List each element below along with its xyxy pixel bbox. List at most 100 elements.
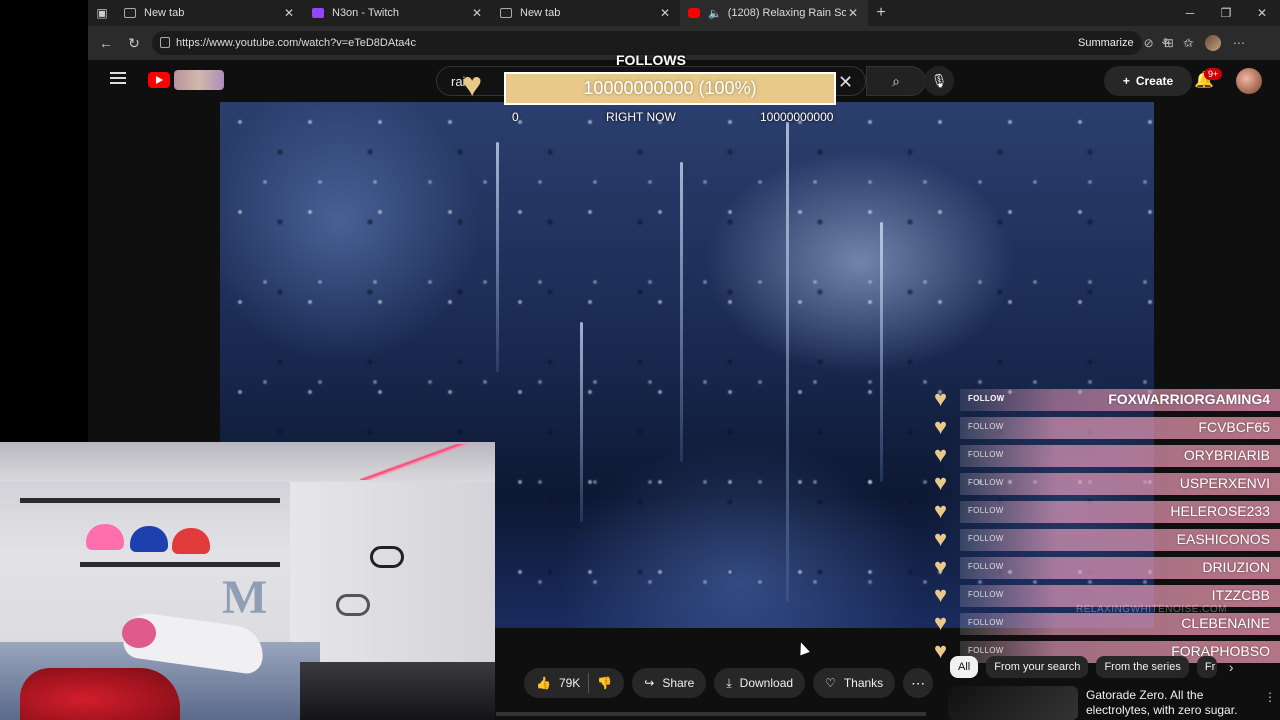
summarize-button[interactable]: Summarize <box>1078 37 1134 49</box>
menu-dots-icon[interactable]: ⋯ <box>1233 36 1245 50</box>
related-chips: All From your search From the series Fr … <box>950 656 1234 678</box>
thanks-button[interactable]: ♡ Thanks <box>813 668 896 698</box>
favorites-icon[interactable]: ✩ <box>1183 36 1193 50</box>
recommendation-title[interactable]: Gatorade Zero. All the electrolytes, wit… <box>1086 688 1266 718</box>
close-icon[interactable]: ✕ <box>472 6 482 20</box>
follow-tag: FOLLOW <box>968 534 1004 543</box>
download-label: Download <box>739 676 794 690</box>
webcam-controller <box>336 594 370 616</box>
goal-min: 0 <box>512 110 519 124</box>
minimize-icon[interactable]: ─ <box>1172 0 1208 26</box>
follow-tag: FOLLOW <box>968 562 1004 571</box>
thanks-icon: ♡ <box>825 676 836 690</box>
new-tab-icon[interactable]: + <box>868 4 894 22</box>
page-scrollbar[interactable] <box>496 712 926 716</box>
heart-icon: ♥ <box>934 610 948 635</box>
follower-name: CLEBENAINE <box>1181 615 1270 631</box>
like-icon[interactable]: 👍 <box>536 676 551 690</box>
chip-from-the-series[interactable]: From the series <box>1096 656 1189 678</box>
download-icon: ⤓ <box>726 675 732 690</box>
search-icon[interactable]: ⌕ <box>866 66 926 96</box>
follower-feed: ♥ FOLLOW FOXWARRIORGAMING4 ♥ FOLLOW FCVBCF65 ♥… <box>934 386 1280 666</box>
rain-streak <box>786 122 789 602</box>
translate-icon[interactable]: ⊘ <box>1144 36 1154 50</box>
extension-icon[interactable]: ⚘ <box>1160 36 1171 50</box>
youtube-icon <box>688 8 700 18</box>
follower-row: ♥ FOLLOW DRIUZION <box>934 554 1280 582</box>
tab-twitch[interactable]: N3on - Twitch ✕ <box>304 0 492 26</box>
tab-new-tab-2[interactable]: New tab ✕ <box>492 0 680 26</box>
profile-icon[interactable] <box>1204 35 1221 51</box>
video-actions: 👍 79K 👎 ↪ Share ⤓ Download ♡ Thanks ⋯ <box>524 668 934 698</box>
rain-streak <box>580 322 583 522</box>
share-button[interactable]: ↪ Share <box>632 668 707 698</box>
chip-more[interactable]: Fr <box>1196 656 1217 678</box>
follower-row: ♥ FOLLOW ORYBRIARIB <box>934 442 1280 470</box>
heart-icon: ♥ <box>934 414 948 439</box>
webcam-shelf <box>80 562 280 567</box>
chevron-right-icon[interactable]: › <box>1229 659 1234 675</box>
webcam-plush <box>172 528 210 554</box>
close-icon[interactable]: ✕ <box>660 6 670 20</box>
download-button[interactable]: ⤓ Download <box>714 668 806 698</box>
tab-title: N3on - Twitch <box>332 7 400 19</box>
follow-tag: FOLLOW <box>968 478 1004 487</box>
dislike-icon[interactable]: 👎 <box>597 676 612 690</box>
thanks-label: Thanks <box>843 676 884 690</box>
mouse-cursor-icon <box>796 640 810 656</box>
maximize-icon[interactable]: ❐ <box>1208 0 1244 26</box>
clear-icon[interactable]: ✕ <box>838 72 853 93</box>
youtube-logo-icon[interactable] <box>148 72 170 88</box>
webcam-shelf <box>20 498 280 503</box>
share-label: Share <box>662 676 695 690</box>
speaker-icon[interactable]: 🔈 <box>708 7 722 20</box>
page-icon <box>500 8 512 18</box>
kebab-menu-icon[interactable]: ⋮ <box>1264 690 1276 704</box>
rain-streak <box>680 162 683 462</box>
close-icon[interactable]: ✕ <box>848 6 858 20</box>
follow-tag: FOLLOW <box>968 590 1004 599</box>
close-window-icon[interactable]: ✕ <box>1244 0 1280 26</box>
follow-tag: FOLLOW <box>968 394 1005 403</box>
follow-tag: FOLLOW <box>968 450 1004 459</box>
webcam-plush <box>86 524 124 550</box>
window-controls: ─ ❐ ✕ <box>1172 0 1280 26</box>
follower-row: ♥ FOLLOW HELEROSE233 <box>934 498 1280 526</box>
webcam-controller <box>370 546 404 568</box>
tab-actions-icon[interactable]: ▣ <box>88 0 116 26</box>
follower-row: ♥ FOLLOW FCVBCF65 <box>934 414 1280 442</box>
tab-title: New tab <box>520 7 561 19</box>
rain-streak <box>496 142 499 372</box>
like-count[interactable]: 79K <box>559 676 580 690</box>
recommendation-thumbnail[interactable] <box>948 686 1078 720</box>
refresh-icon[interactable]: ↻ <box>120 35 148 52</box>
create-button[interactable]: + Create <box>1104 66 1192 96</box>
recommendation-item[interactable]: Gatorade Zero. All the electrolytes, wit… <box>948 686 1280 720</box>
chip-from-your-search[interactable]: From your search <box>986 656 1089 678</box>
goal-value: 10000000000 (100%) <box>583 78 757 98</box>
video-watermark: RELAXINGWHITENOISE.COM <box>1076 604 1228 615</box>
heart-icon: ♥ <box>934 498 948 523</box>
heart-icon: ♥ <box>462 66 483 104</box>
close-icon[interactable]: ✕ <box>284 6 294 20</box>
avatar[interactable] <box>1236 68 1262 94</box>
lock-icon[interactable] <box>160 37 170 48</box>
back-icon[interactable]: ← <box>92 35 120 51</box>
share-icon: ↪ <box>644 676 655 690</box>
tab-title: New tab <box>144 7 185 19</box>
heart-icon: ♥ <box>934 582 948 607</box>
goal-status: RIGHT NOW <box>606 110 676 124</box>
twitch-icon <box>312 8 324 18</box>
youtube-doodle[interactable] <box>174 70 224 90</box>
more-actions-icon[interactable]: ⋯ <box>903 668 934 698</box>
menu-icon[interactable] <box>110 72 126 84</box>
webcam-overlay: M <box>0 442 495 720</box>
notification-badge: 9+ <box>1204 68 1223 80</box>
chip-all[interactable]: All <box>950 656 979 678</box>
microphone-icon[interactable]: 🎙 <box>924 66 954 96</box>
tab-new-tab-1[interactable]: New tab ✕ <box>116 0 304 26</box>
follow-tag: FOLLOW <box>968 618 1004 627</box>
follower-name: EASHICONOS <box>1176 531 1270 547</box>
page-icon <box>124 8 136 18</box>
tab-youtube[interactable]: 🔈 (1208) Relaxing Rain Sounds ✕ <box>680 0 868 26</box>
